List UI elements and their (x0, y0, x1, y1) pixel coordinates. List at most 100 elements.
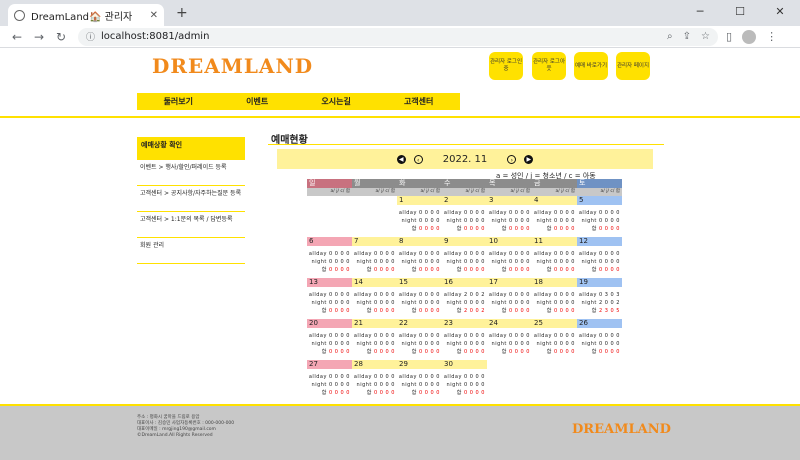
menu-directions[interactable]: 오시는길 (321, 96, 350, 107)
menu-browse[interactable]: 둘러보기 (164, 96, 193, 107)
menu-event[interactable]: 이벤트 (246, 96, 268, 107)
calendar-day-cell[interactable]: 23 allday 0 0 0 0 night 0 0 0 0합 0 0 0 0 (442, 319, 487, 360)
browser-tab[interactable]: DreamLand🏠 관리자 ✕ (8, 4, 164, 26)
url-text: localhost:8081/admin (101, 31, 210, 42)
prev-year-icon[interactable]: ◀ (396, 154, 406, 164)
count-label: night (311, 300, 327, 306)
calendar-day-cell[interactable]: 15 allday 0 0 0 0 night 0 0 0 0합 0 0 0 0 (397, 278, 442, 319)
calendar-day-cell[interactable]: 22 allday 0 0 0 0 night 0 0 0 0합 0 0 0 0 (397, 319, 442, 360)
side-panel-icon[interactable]: ▯ (726, 30, 732, 44)
count-row-allday: allday 0 0 0 0 (352, 250, 397, 258)
calendar-day-cell[interactable]: 19 allday 0 3 0 3 night 2 0 0 2합 2 3 0 5 (577, 278, 622, 319)
count-row-night: night 0 0 0 0 (397, 217, 442, 225)
count-label: allday (533, 251, 552, 257)
calendar-day-cell[interactable]: 8 allday 0 0 0 0 night 0 0 0 0합 0 0 0 0 (397, 237, 442, 278)
day-number: 27 (307, 360, 352, 369)
count-label: allday (308, 374, 327, 380)
count-label: allday (443, 333, 462, 339)
bookmark-star-icon[interactable]: ☆ (701, 31, 710, 42)
share-icon[interactable]: ⇪ (683, 31, 691, 42)
calendar-day-cell[interactable]: 6 allday 0 0 0 0 night 0 0 0 0합 0 0 0 0 (307, 237, 352, 278)
count-values: 0 0 0 0 (329, 349, 350, 355)
calendar-day-cell[interactable]: 4 allday 0 0 0 0 night 0 0 0 0합 0 0 0 0 (532, 196, 577, 237)
count-values: 0 0 0 0 (554, 333, 575, 339)
count-values: 0 0 0 0 (599, 218, 620, 224)
back-icon[interactable]: ← (6, 30, 28, 44)
count-row-allday: allday 0 0 0 0 (487, 291, 532, 299)
tab-close-icon[interactable]: ✕ (150, 10, 158, 21)
sidebar-item-members[interactable]: 회원 관리 (137, 238, 245, 264)
calendar-day-cell[interactable]: 7 allday 0 0 0 0 night 0 0 0 0합 0 0 0 0 (352, 237, 397, 278)
calendar-month: 2022. 11 (442, 153, 488, 165)
address-bar[interactable]: ⓘ localhost:8081/admin ⌕ ⇪ ☆ (78, 27, 718, 46)
sidebar-item-notice[interactable]: 고객센터 > 공지사항/자주하는질문 등록 (137, 186, 245, 212)
calendar-day-cell[interactable]: 17 allday 0 0 0 0 night 0 0 0 0합 0 0 0 0 (487, 278, 532, 319)
minimize-icon[interactable]: ─ (680, 0, 720, 26)
calendar-day-cell[interactable]: 24 allday 0 0 0 0 night 0 0 0 0합 0 0 0 0 (487, 319, 532, 360)
count-label: allday (488, 251, 507, 257)
profile-avatar[interactable] (742, 29, 757, 44)
site-logo[interactable]: DREAMLAND (152, 54, 313, 78)
sidebar-item-reservation-status[interactable]: 예매상황 확인 (137, 137, 245, 160)
new-tab-button[interactable]: + (176, 5, 188, 21)
calendar-day-cell[interactable]: 3 allday 0 0 0 0 night 0 0 0 0합 0 0 0 0 (487, 196, 532, 237)
forward-icon[interactable]: → (28, 30, 50, 44)
calendar-day-cell[interactable]: 9 allday 0 0 0 0 night 0 0 0 0합 0 0 0 0 (442, 237, 487, 278)
prev-month-icon[interactable]: ‹ (413, 154, 423, 164)
calendar-day-cell[interactable]: 29 allday 0 0 0 0 night 0 0 0 0합 0 0 0 0 (397, 360, 442, 401)
calendar-day-cell[interactable]: 1 allday 0 0 0 0 night 0 0 0 0합 0 0 0 0 (397, 196, 442, 237)
menu-customer-center[interactable]: 고객센터 (404, 96, 433, 107)
calendar-day-cell[interactable]: 18 allday 0 0 0 0 night 0 0 0 0합 0 0 0 0 (532, 278, 577, 319)
count-row-night: night 0 0 0 0 (532, 217, 577, 225)
count-values: 0 0 0 0 (419, 374, 440, 380)
calendar-day-cell[interactable]: 20 allday 0 0 0 0 night 0 0 0 0합 0 0 0 0 (307, 319, 352, 360)
count-label: night (311, 382, 327, 388)
count-values: 0 0 0 0 (419, 210, 440, 216)
calendar-day-cell[interactable]: 2 allday 0 0 0 0 night 0 0 0 0합 0 0 0 0 (442, 196, 487, 237)
day-number: 25 (532, 319, 577, 328)
admin-page-button[interactable]: 관리자 페이지 (616, 52, 650, 80)
sidebar-item-inquiry[interactable]: 고객센터 > 1:1문의 목록 / 답변등록 (137, 212, 245, 238)
calendar-day-cell[interactable]: 11 allday 0 0 0 0 night 0 0 0 0합 0 0 0 0 (532, 237, 577, 278)
count-label: 합 (456, 267, 462, 273)
maximize-icon[interactable]: ☐ (720, 0, 760, 26)
admin-logout-button[interactable]: 관리자 로그아웃 (532, 52, 566, 80)
site-info-icon[interactable]: ⓘ (86, 30, 95, 43)
count-values: 0 0 0 0 (374, 374, 395, 380)
browser-tab-strip: DreamLand🏠 관리자 ✕ + ─ ☐ ✕ (0, 0, 800, 26)
close-window-icon[interactable]: ✕ (760, 0, 800, 26)
count-values: 0 0 0 0 (509, 251, 530, 257)
menu-kebab-icon[interactable]: ⋮ (766, 30, 777, 44)
count-label: 합 (456, 308, 462, 314)
calendar-day-cell[interactable]: 5 allday 0 0 0 0 night 0 0 0 0합 0 0 0 0 (577, 196, 622, 237)
sidebar-item-event[interactable]: 이벤트 > 행사/할인/퍼레이드 등록 (137, 160, 245, 186)
count-values: 0 0 0 0 (509, 226, 530, 232)
day-number: 21 (352, 319, 397, 328)
calendar-day-cell[interactable]: 10 allday 0 0 0 0 night 0 0 0 0합 0 0 0 0 (487, 237, 532, 278)
count-values: 0 0 0 0 (509, 210, 530, 216)
calendar-day-cell[interactable]: 26 allday 0 0 0 0 night 0 0 0 0합 0 0 0 0 (577, 319, 622, 360)
count-label: night (581, 259, 597, 265)
calendar-day-cell[interactable]: 14 allday 0 0 0 0 night 0 0 0 0합 0 0 0 0 (352, 278, 397, 319)
count-values: 0 0 0 0 (329, 300, 350, 306)
calendar-day-cell[interactable]: 16 allday 2 0 0 2 night 0 0 0 0합 2 0 0 2 (442, 278, 487, 319)
calendar-day-cell[interactable]: 28 allday 0 0 0 0 night 0 0 0 0합 0 0 0 0 (352, 360, 397, 401)
reservation-shortcut-button[interactable]: 예매 바로가기 (574, 52, 608, 80)
count-values: 0 0 0 0 (509, 341, 530, 347)
count-row-allday: allday 0 0 0 0 (442, 373, 487, 381)
admin-login-status-button[interactable]: 관리자 로그인중 (489, 52, 523, 80)
calendar-day-cell[interactable]: 13 allday 0 0 0 0 night 0 0 0 0합 0 0 0 0 (307, 278, 352, 319)
calendar-day-cell[interactable]: 12 allday 0 0 0 0 night 0 0 0 0합 0 0 0 0 (577, 237, 622, 278)
count-values: 0 0 0 0 (554, 259, 575, 265)
next-month-icon[interactable]: › (507, 154, 517, 164)
calendar-day-cell[interactable]: 27 allday 0 0 0 0 night 0 0 0 0합 0 0 0 0 (307, 360, 352, 401)
calendar-day-cell[interactable]: 21 allday 0 0 0 0 night 0 0 0 0합 0 0 0 0 (352, 319, 397, 360)
reload-icon[interactable]: ↻ (50, 30, 72, 44)
zoom-icon[interactable]: ⌕ (667, 31, 673, 42)
count-label: allday (353, 292, 372, 298)
next-year-icon[interactable]: ▶ (524, 154, 534, 164)
calendar-day-cell[interactable]: 25 allday 0 0 0 0 night 0 0 0 0합 0 0 0 0 (532, 319, 577, 360)
count-label: 합 (366, 267, 372, 273)
count-label: 합 (411, 267, 417, 273)
calendar-day-cell[interactable]: 30 allday 0 0 0 0 night 0 0 0 0합 0 0 0 0 (442, 360, 487, 401)
